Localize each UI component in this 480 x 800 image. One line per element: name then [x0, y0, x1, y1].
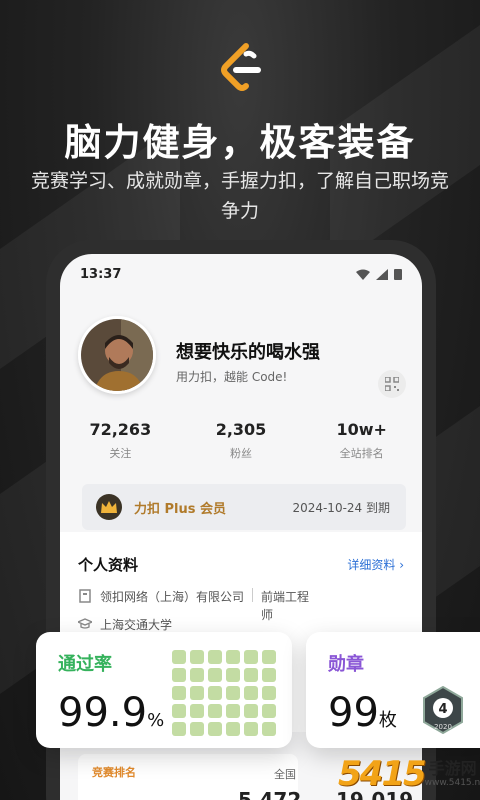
- crown-icon: [96, 494, 122, 520]
- pass-rate-card[interactable]: 通过率 99.9%: [36, 632, 292, 748]
- stat-value: 10w+: [336, 420, 387, 439]
- watermark-text: 手游网: [428, 759, 477, 778]
- divider: [252, 588, 254, 602]
- school-name: 上海交通大学: [100, 618, 173, 632]
- stat-value: 2,305: [215, 420, 267, 439]
- pass-rate-title: 通过率: [58, 654, 112, 675]
- stat-following[interactable]: 72,263 关注: [60, 420, 181, 461]
- leetcode-logo-icon: [221, 43, 261, 91]
- contest-title: 竞赛排名: [92, 766, 136, 779]
- wifi-icon: [356, 269, 370, 280]
- watermark-url: www.5415.net: [424, 778, 480, 788]
- stat-value: 72,263: [89, 420, 152, 439]
- username: 想要快乐的喝水强: [176, 342, 320, 363]
- plus-membership-bar[interactable]: 力扣 Plus 会员 2024-10-24 到期: [82, 484, 406, 530]
- stat-ranking[interactable]: 10w+ 全站排名: [301, 420, 422, 461]
- badge-year: 2020: [434, 723, 452, 731]
- pass-rate-grid: [172, 650, 276, 736]
- badge-title: 勋章: [328, 654, 364, 675]
- badge-unit: 枚: [378, 710, 397, 731]
- qr-code-button[interactable]: [378, 370, 406, 398]
- contest-ranking-card[interactable]: 竞赛排名 全国 5,472 19,019: [78, 754, 413, 800]
- stat-label: 关注: [109, 447, 132, 460]
- watermark-text-wrap: 手游网 www.5415.net: [424, 759, 480, 789]
- detail-info-link[interactable]: 详细资料 ›: [347, 556, 404, 573]
- stat-followers[interactable]: 2,305 粉丝: [181, 420, 302, 461]
- pass-rate-value: 99.9: [58, 690, 148, 736]
- avatar[interactable]: [78, 316, 156, 394]
- graduation-cap-icon: [78, 618, 92, 629]
- company-name: 领扣网络（上海）有限公司: [100, 590, 245, 604]
- status-icons: [356, 268, 402, 280]
- school-row: 上海交通大学: [78, 616, 172, 633]
- pass-rate-value-wrap: 99.9%: [58, 690, 164, 736]
- badge-count: 99: [328, 690, 379, 736]
- stat-label: 粉丝: [230, 447, 252, 460]
- battery-icon: [394, 269, 402, 280]
- hexagon-badge-icon: 4 2020: [423, 686, 463, 734]
- watermark-logo: 5415 手游网 www.5415.net: [338, 752, 480, 796]
- badge-card[interactable]: 勋章 99枚 4 2020: [306, 632, 480, 748]
- watermark-number: 5415: [338, 754, 427, 794]
- position-title: 前端工程师: [261, 590, 310, 622]
- plus-title: 力扣 Plus 会员: [134, 501, 227, 517]
- stats-row: 72,263 关注 2,305 粉丝 10w+ 全站排名: [60, 420, 422, 461]
- badge-number: 4: [438, 702, 447, 717]
- stat-label: 全站排名: [339, 447, 384, 460]
- pass-rate-unit: %: [147, 710, 165, 731]
- plus-expire-date: 2024-10-24 到期: [292, 500, 390, 515]
- qr-code-icon: [385, 377, 399, 391]
- section-title: 个人资料: [78, 556, 139, 574]
- status-bar: 13:37: [80, 264, 402, 284]
- contest-sub: 全国: [274, 768, 296, 781]
- detail-link-label: 详细资料: [347, 558, 396, 572]
- building-icon: [79, 589, 91, 603]
- chevron-right-icon: ›: [399, 558, 404, 572]
- badge-value-wrap: 99枚: [328, 690, 397, 736]
- hero-subline: 竞赛学习、成就勋章，手握力扣，了解自己职场竞争力: [30, 170, 449, 222]
- contest-value-1: 5,472: [238, 788, 302, 800]
- hero-headline: 脑力健身，极客装备: [64, 121, 416, 164]
- user-bio: 用力扣，越能 Code!: [176, 370, 288, 384]
- signal-icon: [376, 268, 388, 280]
- status-time: 13:37: [80, 266, 122, 282]
